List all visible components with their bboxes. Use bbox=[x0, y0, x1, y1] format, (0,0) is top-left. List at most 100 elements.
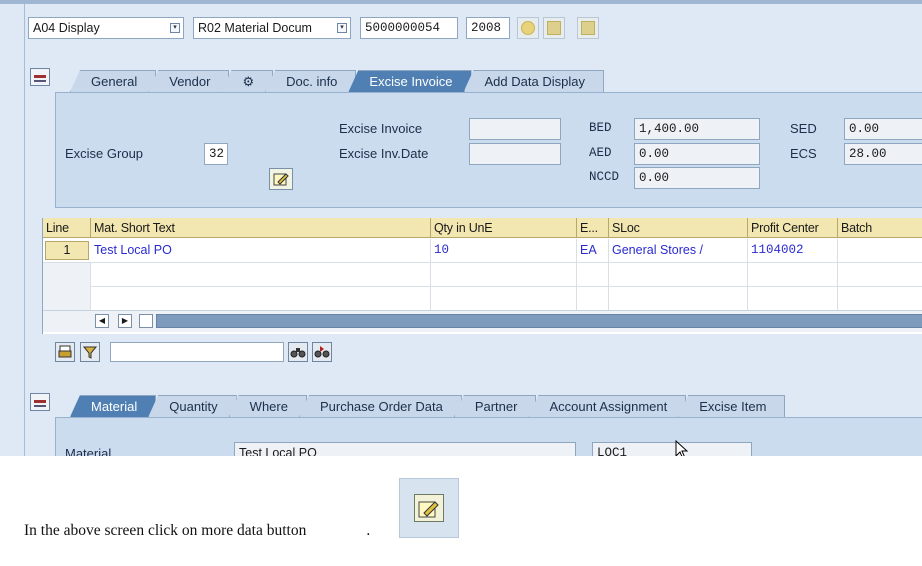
item-tab-strip: Material Quantity Where Purchase Order D… bbox=[70, 393, 786, 417]
find-next-button[interactable] bbox=[312, 342, 332, 362]
col-sloc[interactable]: SLoc bbox=[609, 218, 748, 238]
col-mat-short-text[interactable]: Mat. Short Text bbox=[91, 218, 431, 238]
tab-quantity[interactable]: Quantity bbox=[148, 395, 237, 417]
empty-cell[interactable] bbox=[577, 287, 609, 311]
aed-label: AED bbox=[589, 146, 612, 160]
empty-cell[interactable] bbox=[838, 263, 922, 287]
material-text-field[interactable]: Test Local PO bbox=[234, 442, 576, 456]
tab-vendor[interactable]: Vendor bbox=[148, 70, 230, 92]
cell-qty[interactable]: 10 bbox=[431, 239, 577, 263]
sed-field[interactable]: 0.00 bbox=[844, 118, 922, 140]
empty-cell[interactable] bbox=[748, 287, 838, 311]
cell-batch[interactable] bbox=[838, 239, 922, 263]
col-unit[interactable]: E... bbox=[577, 218, 609, 238]
col-profit-center[interactable]: Profit Center bbox=[748, 218, 838, 238]
tab-excise-invoice[interactable]: Excise Invoice bbox=[348, 70, 472, 92]
sed-label: SED bbox=[790, 121, 817, 136]
empty-cell[interactable] bbox=[748, 263, 838, 287]
table-row[interactable] bbox=[43, 263, 922, 287]
tab-add-data-display[interactable]: Add Data Display bbox=[463, 70, 604, 92]
pencil-note-icon bbox=[273, 173, 289, 186]
empty-cell[interactable] bbox=[609, 263, 748, 287]
tab-doc-info[interactable]: Doc. info bbox=[265, 70, 357, 92]
filter-button[interactable] bbox=[80, 342, 100, 362]
binoculars-icon bbox=[290, 348, 306, 358]
col-batch[interactable]: Batch bbox=[838, 218, 922, 238]
check-button[interactable] bbox=[577, 17, 599, 39]
table-row[interactable]: 1 Test Local PO 10 EA General Stores / 1… bbox=[43, 239, 922, 263]
bed-field[interactable]: 1,400.00 bbox=[634, 118, 760, 140]
col-line[interactable]: Line bbox=[43, 218, 91, 238]
empty-cell[interactable] bbox=[609, 287, 748, 311]
dropdown-icon: ▾ bbox=[337, 23, 347, 33]
row-selector[interactable] bbox=[43, 287, 91, 311]
print-button[interactable] bbox=[55, 342, 75, 362]
tab-where[interactable]: Where bbox=[228, 395, 307, 417]
find-input[interactable] bbox=[110, 342, 284, 362]
left-border bbox=[24, 4, 25, 456]
top-border bbox=[0, 0, 922, 4]
empty-cell[interactable] bbox=[91, 287, 431, 311]
excise-invdate-label: Excise Inv.Date bbox=[339, 146, 429, 161]
item-tab-list-icon[interactable] bbox=[30, 393, 50, 411]
excise-group-label: Excise Group bbox=[65, 146, 144, 161]
cell-unit[interactable]: EA bbox=[577, 239, 609, 263]
nccd-label: NCCD bbox=[589, 170, 620, 184]
scroll-thumb[interactable] bbox=[139, 314, 153, 328]
empty-cell[interactable] bbox=[838, 287, 922, 311]
year-field[interactable]: 2008 bbox=[466, 17, 510, 39]
filter-icon bbox=[83, 346, 97, 359]
excise-invoice-field[interactable] bbox=[469, 118, 561, 140]
dropdown-icon: ▾ bbox=[170, 23, 180, 33]
scroll-left-icon[interactable]: ◀ bbox=[95, 314, 109, 328]
execute-button[interactable] bbox=[517, 17, 539, 39]
cell-profit-center[interactable]: 1104002 bbox=[748, 239, 838, 263]
check-icon bbox=[581, 21, 595, 35]
scroll-track[interactable] bbox=[156, 314, 922, 328]
mouse-cursor-icon bbox=[675, 440, 689, 456]
bed-label: BED bbox=[589, 121, 612, 135]
excise-invdate-field[interactable] bbox=[469, 143, 561, 165]
table-row[interactable] bbox=[43, 287, 922, 311]
more-data-button-image bbox=[414, 494, 444, 522]
instruction-period: . bbox=[366, 522, 371, 539]
doc-type-select[interactable]: R02 Material Docum ▾ bbox=[193, 17, 351, 39]
tab-strip-header: General Vendor ⚙ Doc. info Excise Invoic… bbox=[70, 68, 604, 92]
aed-field[interactable]: 0.00 bbox=[634, 143, 760, 165]
hold-button[interactable] bbox=[543, 17, 565, 39]
find-button[interactable] bbox=[288, 342, 308, 362]
ecs-label: ECS bbox=[790, 146, 817, 161]
empty-cell[interactable] bbox=[431, 287, 577, 311]
more-data-button-illustration bbox=[399, 478, 459, 538]
cell-mat-short-text[interactable]: Test Local PO bbox=[91, 239, 431, 263]
empty-cell[interactable] bbox=[431, 263, 577, 287]
tab-material[interactable]: Material bbox=[70, 395, 157, 417]
empty-cell[interactable] bbox=[91, 263, 431, 287]
cell-sloc[interactable]: General Stores / bbox=[609, 239, 748, 263]
tab-account-assignment[interactable]: Account Assignment bbox=[528, 395, 687, 417]
action-value: A04 Display bbox=[33, 21, 100, 35]
hold-icon bbox=[547, 21, 561, 35]
row-selector[interactable] bbox=[43, 263, 91, 287]
scroll-right-icon[interactable]: ▶ bbox=[118, 314, 132, 328]
material-code-field[interactable]: LOC1 bbox=[592, 442, 752, 456]
nccd-field[interactable]: 0.00 bbox=[634, 167, 760, 189]
tab-partner[interactable]: Partner bbox=[453, 395, 537, 417]
settings-icon: ⚙ bbox=[242, 74, 255, 89]
tab-purchase-order-data[interactable]: Purchase Order Data bbox=[298, 395, 462, 417]
empty-cell[interactable] bbox=[577, 263, 609, 287]
action-select[interactable]: A04 Display ▾ bbox=[28, 17, 184, 39]
print-icon bbox=[58, 345, 72, 358]
pencil-note-icon bbox=[418, 501, 439, 518]
doc-number-field[interactable]: 5000000054 bbox=[360, 17, 458, 39]
more-data-button[interactable] bbox=[269, 168, 293, 190]
row-line-number[interactable]: 1 bbox=[45, 241, 89, 260]
horizontal-scrollbar[interactable]: ◀ ▶ bbox=[43, 310, 922, 332]
tab-list-icon[interactable] bbox=[30, 68, 50, 86]
tab-excise-item[interactable]: Excise Item bbox=[678, 395, 786, 417]
doc-type-value: R02 Material Docum bbox=[198, 21, 312, 35]
excise-group-field[interactable]: 32 bbox=[204, 143, 228, 165]
col-qty-in-une[interactable]: Qty in UnE bbox=[431, 218, 577, 238]
tab-general[interactable]: General bbox=[70, 70, 157, 92]
ecs-field[interactable]: 28.00 bbox=[844, 143, 922, 165]
